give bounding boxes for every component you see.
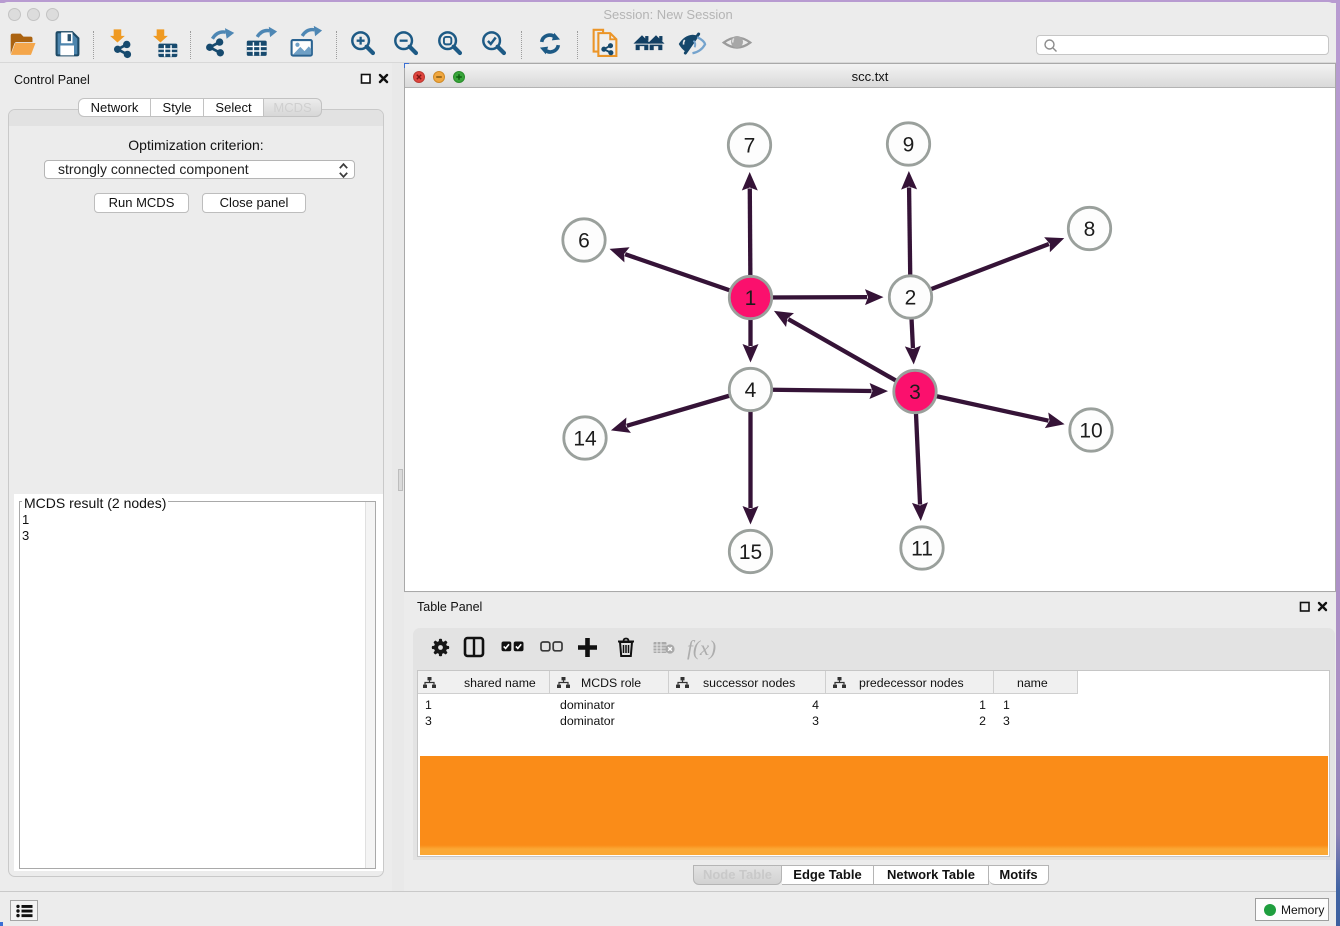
svg-text:6: 6 bbox=[578, 230, 590, 253]
svg-text:8: 8 bbox=[1084, 218, 1096, 241]
svg-text:9: 9 bbox=[903, 134, 915, 157]
svg-text:3: 3 bbox=[909, 381, 921, 404]
svg-text:14: 14 bbox=[573, 428, 597, 451]
svg-text:2: 2 bbox=[905, 287, 917, 310]
svg-text:4: 4 bbox=[745, 379, 757, 402]
svg-text:15: 15 bbox=[739, 541, 762, 564]
svg-text:1: 1 bbox=[745, 287, 757, 310]
svg-text:11: 11 bbox=[911, 538, 933, 561]
svg-text:7: 7 bbox=[744, 135, 756, 158]
svg-text:10: 10 bbox=[1079, 420, 1102, 443]
